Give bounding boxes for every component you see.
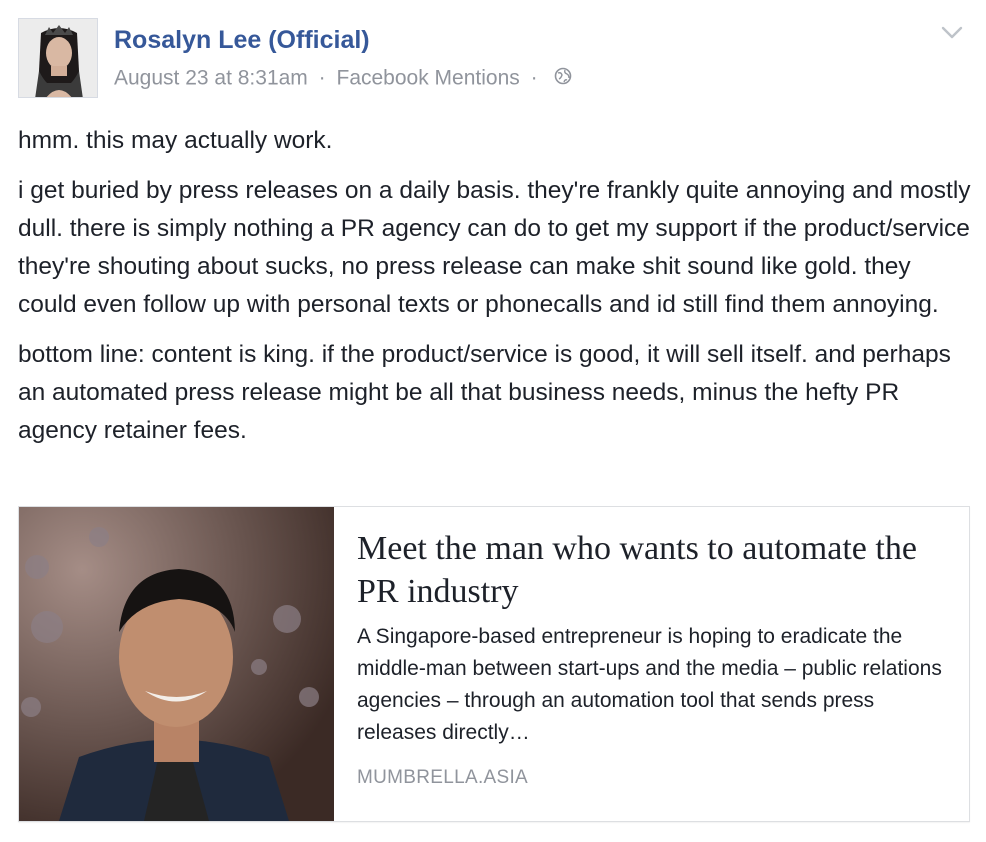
meta-separator: · <box>318 66 326 90</box>
link-preview-image[interactable] <box>19 507 334 821</box>
message-paragraph: i get buried by press releases on a dail… <box>18 177 971 318</box>
post-timestamp[interactable]: August 23 at 8:31am <box>114 66 308 89</box>
portrait-photo <box>19 507 334 821</box>
post-message: hmm. this may actually work. i get burie… <box>18 122 973 462</box>
link-preview-description: A Singapore-based entrepreneur is hoping… <box>357 625 942 744</box>
post-meta: August 23 at 8:31am · Facebook Mentions … <box>114 65 572 91</box>
link-preview-domain: MUMBRELLA.ASIA <box>357 767 529 788</box>
avatar-portrait <box>19 19 97 97</box>
author-avatar[interactable] <box>18 18 98 98</box>
globe-icon[interactable] <box>554 67 572 85</box>
link-preview-title[interactable]: Meet the man who wants to automate the P… <box>357 527 957 613</box>
post-header: Rosalyn Lee (Official) August 23 at 8:31… <box>18 18 968 100</box>
post-source[interactable]: Facebook Mentions <box>337 66 520 89</box>
link-preview-card[interactable]: Meet the man who wants to automate the P… <box>18 506 970 822</box>
chevron-down-icon[interactable] <box>940 24 964 42</box>
meta-separator: · <box>530 66 538 90</box>
message-paragraph: bottom line: content is king. if the pro… <box>18 341 951 444</box>
message-paragraph: hmm. this may actually work. <box>18 127 333 154</box>
link-preview-body: Meet the man who wants to automate the P… <box>357 527 957 749</box>
facebook-post: Rosalyn Lee (Official) August 23 at 8:31… <box>0 0 986 842</box>
author-name-link[interactable]: Rosalyn Lee (Official) <box>114 25 370 55</box>
